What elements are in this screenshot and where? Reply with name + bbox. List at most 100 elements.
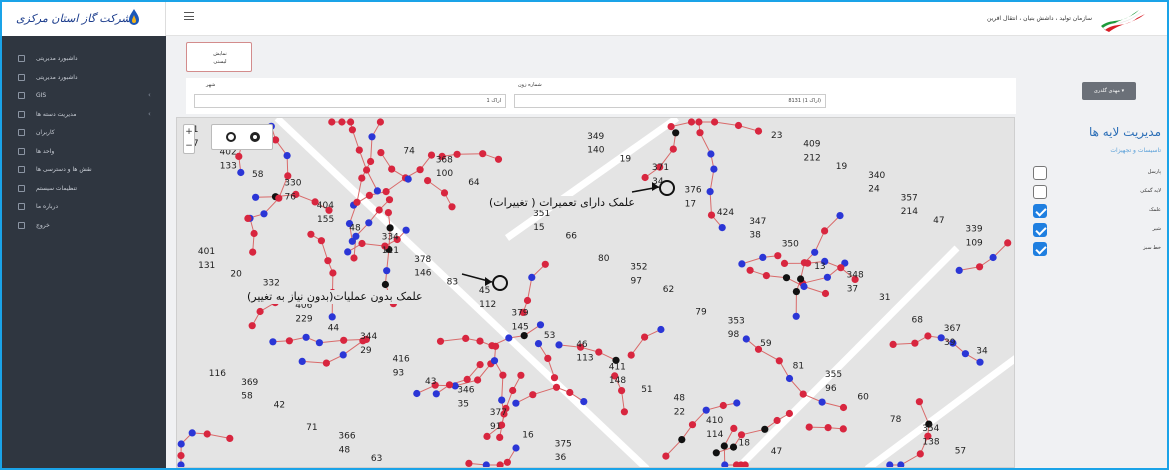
layer-checkbox[interactable]: [1033, 242, 1047, 256]
map-marker[interactable]: [463, 375, 471, 383]
map-marker[interactable]: [453, 150, 461, 158]
map-marker[interactable]: [730, 424, 738, 432]
map-marker[interactable]: [445, 381, 454, 389]
map-marker[interactable]: [976, 358, 984, 366]
map-marker[interactable]: [404, 175, 412, 183]
map-marker[interactable]: [785, 374, 794, 383]
map-marker[interactable]: [520, 332, 528, 340]
map-marker[interactable]: [505, 334, 513, 342]
map-marker[interactable]: [348, 126, 356, 134]
map-marker[interactable]: [641, 173, 649, 182]
map-marker[interactable]: [388, 165, 396, 173]
map-marker[interactable]: [804, 259, 812, 267]
map-marker[interactable]: [381, 280, 389, 289]
map-marker[interactable]: [490, 357, 499, 365]
map-marker[interactable]: [474, 376, 482, 384]
map-marker[interactable]: [363, 166, 371, 174]
map-marker[interactable]: [177, 461, 185, 468]
map-marker[interactable]: [800, 282, 808, 291]
map-marker[interactable]: [315, 339, 323, 347]
map-marker[interactable]: [544, 354, 552, 362]
map-marker[interactable]: [483, 432, 491, 440]
map-marker[interactable]: [465, 459, 473, 467]
map-marker[interactable]: [924, 332, 932, 340]
map-marker[interactable]: [886, 461, 894, 468]
layer-checkbox[interactable]: [1033, 185, 1047, 199]
map-marker[interactable]: [462, 334, 470, 342]
map-marker[interactable]: [339, 351, 347, 359]
sidebar-item[interactable]: واحد ها: [2, 143, 166, 161]
map-marker[interactable]: [780, 259, 789, 267]
map-marker[interactable]: [494, 155, 503, 163]
map-marker[interactable]: [512, 399, 520, 407]
map-marker[interactable]: [742, 335, 750, 343]
sidebar-item[interactable]: GIS ‹: [2, 87, 166, 105]
map-marker[interactable]: [695, 118, 703, 126]
map-marker[interactable]: [523, 296, 532, 305]
map-marker[interactable]: [188, 429, 196, 437]
map-marker[interactable]: [492, 342, 500, 350]
map-marker[interactable]: [177, 440, 185, 448]
map-marker[interactable]: [792, 312, 800, 320]
map-marker[interactable]: [358, 239, 366, 248]
city-select[interactable]: اراک 1: [194, 94, 506, 108]
map-marker[interactable]: [503, 458, 511, 466]
map-marker[interactable]: [678, 436, 686, 444]
map-marker[interactable]: [662, 452, 670, 460]
map-marker[interactable]: [775, 357, 783, 365]
map-marker[interactable]: [759, 253, 767, 261]
map-marker[interactable]: [620, 408, 628, 416]
map-marker[interactable]: [799, 390, 807, 398]
map-marker[interactable]: [712, 449, 720, 457]
map-marker[interactable]: [482, 461, 490, 468]
map-marker[interactable]: [416, 166, 424, 174]
map-marker[interactable]: [710, 165, 718, 173]
map-marker[interactable]: [707, 211, 716, 219]
map-marker[interactable]: [496, 461, 504, 468]
map-marker[interactable]: [256, 307, 264, 316]
map-marker[interactable]: [375, 206, 383, 214]
map-marker[interactable]: [344, 248, 352, 256]
map-marker[interactable]: [498, 396, 506, 404]
map-marker[interactable]: [1004, 239, 1012, 247]
map-marker[interactable]: [203, 430, 211, 438]
map-marker[interactable]: [961, 350, 970, 358]
map-marker[interactable]: [368, 133, 376, 141]
map-marker[interactable]: [785, 409, 794, 418]
map-marker[interactable]: [915, 398, 924, 406]
map-marker[interactable]: [376, 118, 384, 126]
map-marker[interactable]: [774, 252, 782, 260]
map-marker[interactable]: [237, 168, 245, 177]
map-marker[interactable]: [269, 338, 277, 346]
map-marker[interactable]: [552, 383, 561, 391]
map-marker[interactable]: [298, 357, 306, 365]
map-marker[interactable]: [248, 322, 256, 330]
map-marker[interactable]: [382, 188, 390, 196]
user-menu-button[interactable]: مهدی گلدری ▾: [1082, 82, 1136, 100]
map-marker[interactable]: [328, 118, 336, 126]
map-marker[interactable]: [373, 187, 381, 195]
sidebar-item[interactable]: تنظیمات سیستم: [2, 180, 166, 198]
map-marker[interactable]: [285, 337, 293, 345]
layer-checkbox[interactable]: [1033, 223, 1047, 237]
map-marker[interactable]: [669, 145, 677, 153]
map-marker[interactable]: [329, 269, 337, 277]
map-marker[interactable]: [821, 227, 829, 235]
map-marker[interactable]: [595, 348, 603, 356]
map-marker[interactable]: [746, 266, 754, 274]
map-marker[interactable]: [718, 224, 726, 232]
map-marker[interactable]: [307, 230, 315, 238]
map-marker[interactable]: [773, 416, 781, 425]
zoom-out-button[interactable]: −: [184, 139, 194, 153]
map-marker[interactable]: [839, 403, 848, 412]
map-marker[interactable]: [672, 129, 680, 137]
map-marker[interactable]: [805, 423, 813, 431]
map-marker[interactable]: [837, 264, 845, 272]
map-marker[interactable]: [348, 237, 356, 245]
map-marker[interactable]: [541, 260, 549, 268]
map-marker[interactable]: [479, 150, 487, 158]
map-marker[interactable]: [448, 203, 456, 211]
map-marker[interactable]: [509, 386, 517, 395]
map-marker[interactable]: [328, 313, 336, 321]
map-marker[interactable]: [384, 209, 392, 217]
